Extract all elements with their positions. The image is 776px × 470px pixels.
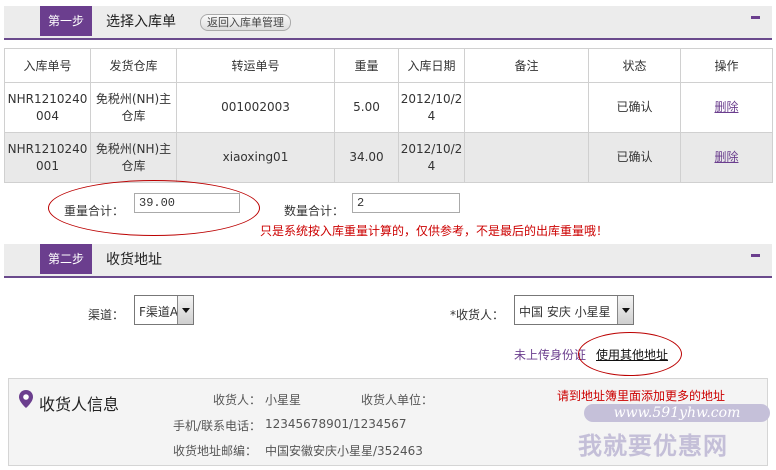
cell-warehouse: 免税州(NH)主 仓库	[90, 82, 177, 133]
date-line2: 4	[427, 158, 436, 173]
receiver-name-value: 小星星	[265, 393, 302, 407]
order-no-line1: NHR1210240	[7, 91, 88, 106]
chevron-down-icon	[617, 296, 633, 324]
chevron-down-icon	[177, 296, 193, 324]
step2-header: 第二步 收货地址	[4, 244, 772, 278]
order-no-line2: 001	[36, 158, 59, 173]
receiver-unit-label: 收货人单位：	[361, 393, 434, 407]
receiver-label: *收货人：	[450, 308, 505, 322]
step1-badge: 第一步	[40, 6, 92, 36]
address-value: 中国安徽安庆小星星/352463	[265, 444, 423, 458]
inbound-order-table: 入库单号 发货仓库 转运单号 重量 入库日期 备注 状态 操作 NHR12102…	[4, 48, 773, 183]
warehouse-line2: 仓库	[121, 108, 146, 123]
date-line1: 2012/10/2	[400, 141, 463, 156]
total-weight-label: 重量合计：	[64, 204, 125, 218]
cell-weight: 34.00	[334, 132, 399, 183]
receiver-select[interactable]: 中国 安庆 小星星	[514, 295, 634, 325]
cell-warehouse: 免税州(NH)主 仓库	[90, 132, 177, 183]
col-header-order-no: 入库单号	[4, 48, 91, 83]
cell-remark	[464, 132, 589, 183]
cell-order-no: NHR1210240 001	[4, 132, 91, 183]
cell-status: 已确认	[588, 132, 681, 183]
receiver-info-title: 收货人信息	[39, 395, 120, 414]
watermark-url: www.591yhw.com	[584, 404, 770, 422]
order-no-line2: 004	[36, 108, 59, 123]
delete-link[interactable]: 删除	[714, 100, 738, 114]
col-header-weight: 重量	[334, 48, 399, 83]
channel-select[interactable]: F渠道A	[134, 295, 194, 325]
warehouse-line2: 仓库	[121, 158, 146, 173]
cell-order-no: NHR1210240 004	[4, 82, 91, 133]
step1-title: 选择入库单	[106, 14, 176, 30]
back-to-list-button[interactable]: 返回入库单管理	[200, 14, 291, 31]
step2-badge: 第二步	[40, 244, 92, 274]
cell-action: 删除	[680, 82, 773, 133]
use-other-address-link[interactable]: 使用其他地址	[596, 346, 668, 363]
table-header-row: 入库单号 发货仓库 转运单号 重量 入库日期 备注 状态 操作	[4, 48, 773, 83]
phone-value: 12345678901/1234567	[265, 417, 407, 431]
delete-link[interactable]: 删除	[714, 150, 738, 164]
step2-title: 收货地址	[106, 252, 162, 268]
weight-warning: 只是系统按入库重量计算的，仅供参考，不是最后的出库重量哦！	[260, 224, 609, 238]
total-count-field[interactable]: 2	[352, 193, 460, 213]
address-book-note: 请到地址簿里面添加更多的地址	[557, 389, 726, 403]
date-line2: 4	[427, 108, 436, 123]
warehouse-line1: 免税州(NH)主	[95, 141, 172, 156]
date-line1: 2012/10/2	[400, 91, 463, 106]
total-weight-field[interactable]: 39.00	[134, 193, 240, 213]
col-header-date: 入库日期	[398, 48, 465, 83]
location-pin-icon	[19, 390, 33, 408]
collapse-step2-icon[interactable]	[751, 254, 760, 257]
table-row: NHR1210240 001 免税州(NH)主 仓库 xiaoxing01 34.0…	[4, 132, 773, 183]
collapse-step1-icon[interactable]	[751, 16, 760, 19]
channel-value: F渠道A	[139, 305, 177, 319]
cell-weight: 5.00	[334, 82, 399, 133]
order-no-line1: NHR1210240	[7, 141, 88, 156]
total-count-label: 数量合计：	[284, 204, 345, 218]
col-header-action: 操作	[680, 48, 773, 83]
col-header-status: 状态	[588, 48, 681, 83]
receiver-value: 中国 安庆 小星星	[519, 305, 611, 319]
cell-tracking: xiaoxing01	[176, 132, 335, 183]
cell-date: 2012/10/2 4	[398, 82, 465, 133]
col-header-remark: 备注	[464, 48, 589, 83]
channel-label: 渠道：	[88, 308, 125, 322]
step1-header: 第一步 选择入库单 返回入库单管理	[4, 6, 772, 40]
cell-tracking: 001002003	[176, 82, 335, 133]
id-not-uploaded-link[interactable]: 未上传身份证	[514, 346, 586, 363]
col-header-tracking: 转运单号	[176, 48, 335, 83]
receiver-name-label: 收货人：	[213, 393, 262, 407]
table-row: NHR1210240 004 免税州(NH)主 仓库 001002003 5.00 …	[4, 82, 773, 133]
phone-label: 手机/联系电话：	[173, 419, 262, 433]
cell-status: 已确认	[588, 82, 681, 133]
cell-date: 2012/10/2 4	[398, 132, 465, 183]
warehouse-line1: 免税州(NH)主	[95, 91, 172, 106]
cell-action: 删除	[680, 132, 773, 183]
address-label: 收货地址邮编：	[173, 444, 258, 458]
watermark-logo-text: 我就要优惠网	[578, 432, 728, 460]
col-header-warehouse: 发货仓库	[90, 48, 177, 83]
cell-remark	[464, 82, 589, 133]
